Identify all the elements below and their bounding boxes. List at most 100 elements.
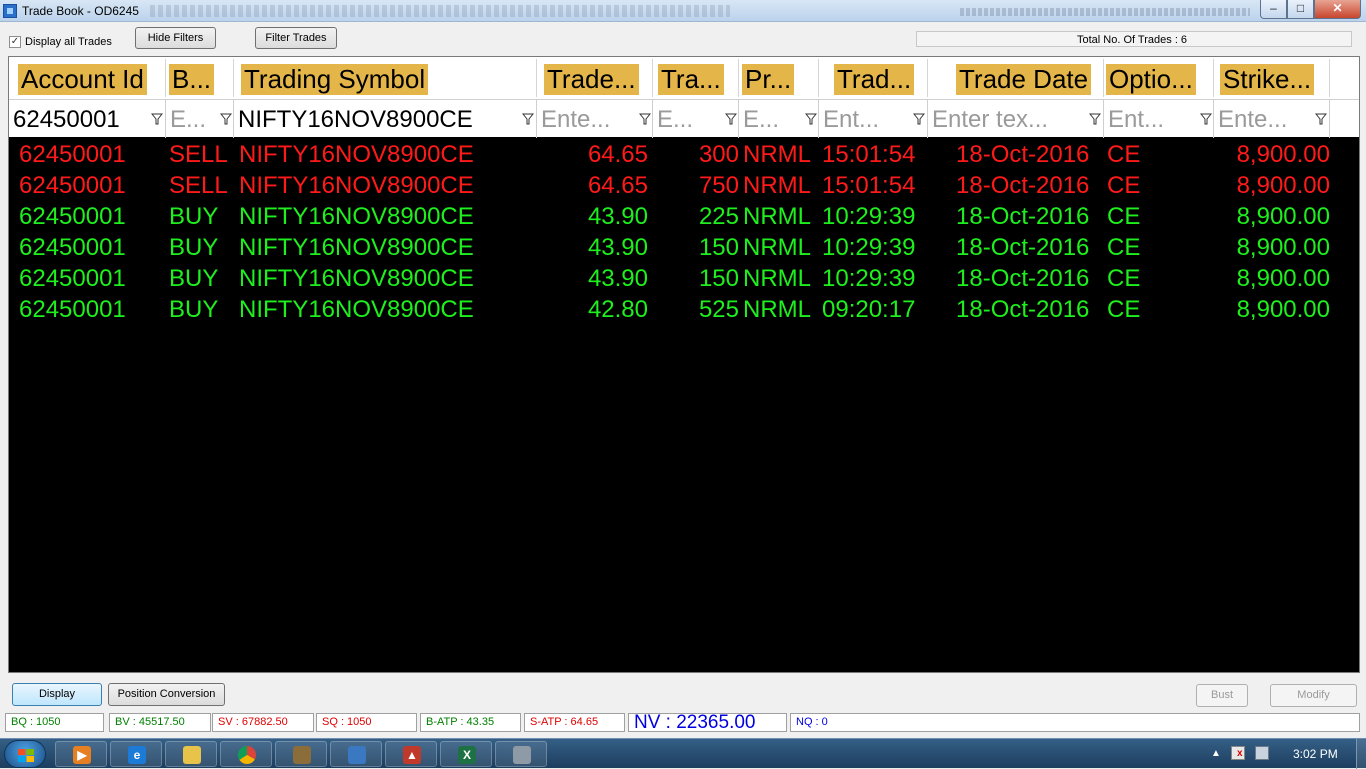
start-button[interactable] bbox=[4, 740, 46, 768]
filter-input-product[interactable]: E... bbox=[743, 105, 798, 135]
display-all-label[interactable]: Display all Trades bbox=[25, 36, 112, 48]
filter-funnel-icon[interactable] bbox=[639, 113, 651, 125]
filter-funnel-icon[interactable] bbox=[1200, 113, 1212, 125]
cell-trading-symbol: NIFTY16NOV8900CE bbox=[239, 296, 474, 323]
display-button[interactable]: Display bbox=[12, 683, 102, 706]
filter-funnel-icon[interactable] bbox=[522, 113, 534, 125]
filter-input-trade-time[interactable]: Ent... bbox=[823, 105, 905, 135]
table-row[interactable]: 62450001 SELL NIFTY16NOV8900CE 64.65 750 NRML… bbox=[9, 170, 1359, 201]
filter-cell-strike-price: Ente... bbox=[1214, 100, 1330, 138]
cell-option-type: CE bbox=[1107, 203, 1141, 230]
cell-strike-price: 8,900.00 bbox=[1236, 265, 1330, 292]
grid-header: Account Id B... Trading Symbol Trade... … bbox=[9, 57, 1359, 99]
taskbar-app-shortcut[interactable] bbox=[330, 741, 382, 767]
filter-funnel-icon[interactable] bbox=[805, 113, 817, 125]
cell-trade-qty: 150 bbox=[698, 265, 739, 292]
minimize-button[interactable]: – bbox=[1260, 0, 1287, 19]
bust-button[interactable]: Bust bbox=[1196, 684, 1248, 707]
modify-button[interactable]: Modify bbox=[1270, 684, 1357, 707]
table-row[interactable]: 62450001 BUY NIFTY16NOV8900CE 42.80 525 NRML 0… bbox=[9, 294, 1359, 325]
table-row[interactable]: 62450001 BUY NIFTY16NOV8900CE 43.90 225 NRML 1… bbox=[9, 201, 1359, 232]
tray-expand-icon[interactable]: ▲ bbox=[1211, 748, 1221, 759]
cell-trading-symbol: NIFTY16NOV8900CE bbox=[239, 141, 474, 168]
column-header-trade-time[interactable]: Trad... bbox=[819, 59, 928, 97]
filter-funnel-icon[interactable] bbox=[725, 113, 737, 125]
cell-account-id: 62450001 bbox=[19, 234, 126, 261]
column-header-label: Tra... bbox=[658, 64, 724, 95]
taskbar-excel[interactable]: X bbox=[440, 741, 492, 767]
media-player-icon: ▶ bbox=[73, 746, 91, 764]
filter-trades-button[interactable]: Filter Trades bbox=[255, 27, 337, 49]
filter-input-account-id[interactable]: 62450001 bbox=[13, 105, 131, 135]
column-header-label: Trading Symbol bbox=[241, 64, 429, 95]
filter-funnel-icon[interactable] bbox=[1089, 113, 1101, 125]
excel-icon: X bbox=[458, 746, 476, 764]
table-row[interactable]: 62450001 BUY NIFTY16NOV8900CE 43.90 150 NRML 1… bbox=[9, 263, 1359, 294]
cell-product: NRML bbox=[743, 265, 812, 292]
column-header-trading-symbol[interactable]: Trading Symbol bbox=[234, 59, 537, 97]
taskbar-clock[interactable]: 3:02 PM bbox=[1293, 747, 1338, 761]
column-header-label: Account Id bbox=[18, 64, 147, 95]
column-header-option-type[interactable]: Optio... bbox=[1104, 59, 1214, 97]
taskbar-app-triangle[interactable]: ▲ bbox=[385, 741, 437, 767]
filter-input-strike-price[interactable]: Ente... bbox=[1218, 105, 1308, 135]
cell-buy-sell: BUY bbox=[169, 203, 219, 230]
column-header-account-id[interactable]: Account Id bbox=[9, 59, 166, 97]
display-all-checkbox[interactable]: ✓ bbox=[9, 36, 21, 48]
column-header-product[interactable]: Pr... bbox=[739, 59, 819, 97]
windows-logo-icon bbox=[18, 749, 34, 762]
table-row[interactable]: 62450001 BUY NIFTY16NOV8900CE 43.90 150 NRML 1… bbox=[9, 232, 1359, 263]
trades-grid: Account Id B... Trading Symbol Trade... … bbox=[8, 56, 1360, 673]
table-row[interactable]: 62450001 SELL NIFTY16NOV8900CE 64.65 300 NRML… bbox=[9, 139, 1359, 170]
close-button[interactable]: ✕ bbox=[1314, 0, 1361, 19]
taskbar-file-explorer[interactable] bbox=[165, 741, 217, 767]
cell-trade-qty: 225 bbox=[698, 203, 739, 230]
taskbar-internet-explorer[interactable]: e bbox=[110, 741, 162, 767]
internet-explorer-icon: e bbox=[128, 746, 146, 764]
cell-trade-qty: 150 bbox=[698, 234, 739, 261]
taskbar-calculator[interactable] bbox=[495, 741, 547, 767]
status-buy-qty: BQ : 1050 bbox=[5, 713, 104, 732]
filter-funnel-icon[interactable] bbox=[151, 113, 163, 125]
taskbar-trading-app[interactable] bbox=[275, 741, 327, 767]
filter-input-trade-qty[interactable]: E... bbox=[657, 105, 717, 135]
column-header-label: Trade Date bbox=[956, 64, 1092, 95]
column-header-label: Strike... bbox=[1220, 64, 1315, 95]
windows-taskbar: ▶ e ▲ X ▲ 3:02 PM bbox=[0, 738, 1366, 769]
hide-filters-button[interactable]: Hide Filters bbox=[135, 27, 216, 49]
cell-trade-date: 18-Oct-2016 bbox=[956, 172, 1090, 199]
filter-funnel-icon[interactable] bbox=[1315, 113, 1327, 125]
filter-input-trading-symbol[interactable]: NIFTY16NOV8900CE bbox=[238, 105, 508, 135]
status-sell-value: SV : 67882.50 bbox=[212, 713, 314, 732]
triangle-app-icon: ▲ bbox=[403, 746, 421, 764]
network-icon[interactable] bbox=[1255, 746, 1269, 760]
cell-option-type: CE bbox=[1107, 234, 1141, 261]
filter-funnel-icon[interactable] bbox=[220, 113, 232, 125]
cell-product: NRML bbox=[743, 203, 812, 230]
filter-input-buy-sell[interactable]: E... bbox=[170, 105, 215, 135]
position-conversion-button[interactable]: Position Conversion bbox=[108, 683, 225, 706]
cell-trade-time: 10:29:39 bbox=[822, 203, 916, 230]
filter-input-trade-date[interactable]: Enter tex... bbox=[932, 105, 1082, 135]
filter-cell-account-id: 62450001 bbox=[9, 100, 166, 138]
cell-option-type: CE bbox=[1107, 141, 1141, 168]
taskbar-media-player[interactable]: ▶ bbox=[55, 741, 107, 767]
title-bar[interactable]: Trade Book - OD6245 – □ ✕ bbox=[0, 0, 1366, 22]
maximize-button[interactable]: □ bbox=[1287, 0, 1314, 19]
cell-trade-price: 43.90 bbox=[587, 203, 648, 230]
column-header-trade-date[interactable]: Trade Date bbox=[928, 59, 1104, 97]
column-header-trade-qty[interactable]: Tra... bbox=[653, 59, 739, 97]
cell-trading-symbol: NIFTY16NOV8900CE bbox=[239, 265, 474, 292]
toolbar: ✓ Display all Trades Hide Filters Filter… bbox=[0, 23, 1366, 55]
cell-trading-symbol: NIFTY16NOV8900CE bbox=[239, 172, 474, 199]
show-desktop-button[interactable] bbox=[1356, 739, 1366, 769]
filter-funnel-icon[interactable] bbox=[913, 113, 925, 125]
cell-trade-price: 64.65 bbox=[587, 141, 648, 168]
taskbar-chrome[interactable] bbox=[220, 741, 272, 767]
filter-input-option-type[interactable]: Ent... bbox=[1108, 105, 1193, 135]
column-header-strike-price[interactable]: Strike... bbox=[1214, 59, 1330, 97]
column-header-trade-price[interactable]: Trade... bbox=[537, 59, 653, 97]
filter-input-trade-price[interactable]: Ente... bbox=[541, 105, 631, 135]
action-center-flag-icon[interactable] bbox=[1231, 746, 1245, 760]
column-header-buy-sell[interactable]: B... bbox=[166, 59, 234, 97]
